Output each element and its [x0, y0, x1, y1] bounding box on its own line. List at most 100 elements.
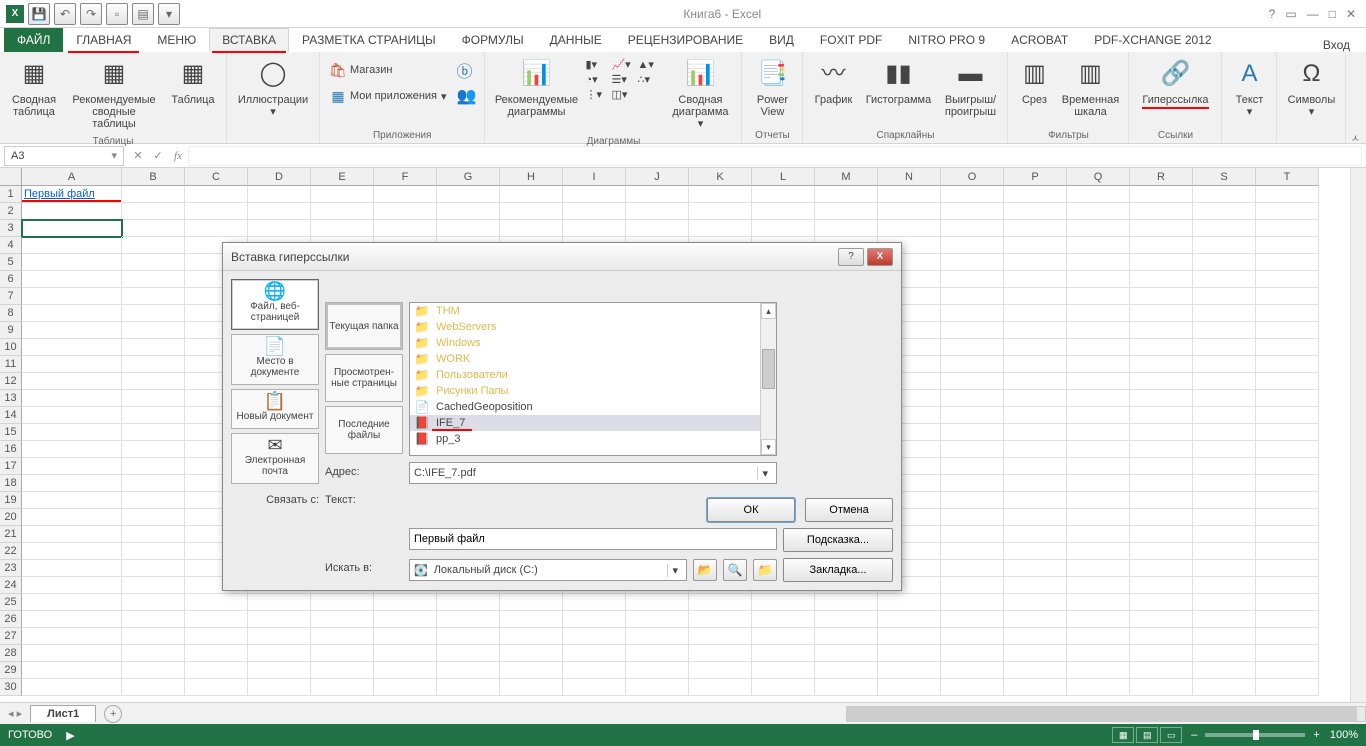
- horizontal-scrollbar[interactable]: [846, 706, 1366, 722]
- cell[interactable]: [1067, 441, 1130, 458]
- cell[interactable]: [185, 220, 248, 237]
- cell[interactable]: [1130, 186, 1193, 203]
- dialog-close-icon[interactable]: X: [867, 248, 893, 266]
- cell[interactable]: [878, 662, 941, 679]
- cell[interactable]: [248, 628, 311, 645]
- cell[interactable]: [1130, 339, 1193, 356]
- cell[interactable]: [185, 203, 248, 220]
- cell[interactable]: [122, 288, 185, 305]
- link-to-file-web[interactable]: 🌐Файл, веб- страницей: [231, 279, 319, 330]
- row-header[interactable]: 24: [0, 577, 22, 594]
- tab-data[interactable]: ДАННЫЕ: [537, 28, 615, 52]
- cell[interactable]: [1004, 305, 1067, 322]
- cell[interactable]: [1130, 390, 1193, 407]
- cell[interactable]: [815, 662, 878, 679]
- tab-nitro[interactable]: NITRO PRO 9: [895, 28, 998, 52]
- scatter-chart-icon[interactable]: ∴▾: [637, 73, 661, 86]
- sparkline-winloss-button[interactable]: ▬Выигрыш/ проигрыш: [939, 54, 1001, 122]
- cell[interactable]: [374, 220, 437, 237]
- qat-new-icon[interactable]: ▫: [106, 3, 128, 25]
- cell[interactable]: [1004, 424, 1067, 441]
- tab-formulas[interactable]: ФОРМУЛЫ: [449, 28, 537, 52]
- cell[interactable]: [248, 186, 311, 203]
- cell[interactable]: [752, 611, 815, 628]
- help-icon[interactable]: ?: [1269, 7, 1276, 21]
- cell[interactable]: [22, 424, 122, 441]
- cell[interactable]: [1130, 220, 1193, 237]
- cell[interactable]: [1004, 254, 1067, 271]
- maximize-icon[interactable]: □: [1329, 7, 1336, 21]
- formula-input[interactable]: [188, 146, 1362, 166]
- cell[interactable]: [22, 220, 122, 237]
- cell[interactable]: [1256, 662, 1319, 679]
- cell[interactable]: [941, 560, 1004, 577]
- cell[interactable]: [941, 305, 1004, 322]
- cell[interactable]: [1004, 203, 1067, 220]
- cell[interactable]: Первый файл: [22, 186, 122, 203]
- cell[interactable]: [311, 679, 374, 696]
- column-header[interactable]: J: [626, 168, 689, 186]
- illustrations-button[interactable]: ◯Иллюстрации▾: [233, 54, 313, 122]
- cell[interactable]: [941, 220, 1004, 237]
- cell[interactable]: [626, 594, 689, 611]
- column-header[interactable]: C: [185, 168, 248, 186]
- sign-in-link[interactable]: Вход: [1323, 38, 1362, 52]
- cell[interactable]: [1004, 458, 1067, 475]
- cell[interactable]: [563, 679, 626, 696]
- column-header[interactable]: Q: [1067, 168, 1130, 186]
- cell[interactable]: [626, 203, 689, 220]
- cell[interactable]: [1193, 254, 1256, 271]
- cell[interactable]: [1067, 237, 1130, 254]
- recommended-pivot-button[interactable]: ▦Рекомендуемые сводные таблицы: [66, 54, 162, 134]
- cell[interactable]: [563, 662, 626, 679]
- cell[interactable]: [500, 645, 563, 662]
- cell[interactable]: [1130, 458, 1193, 475]
- row-header[interactable]: 25: [0, 594, 22, 611]
- cell[interactable]: [1004, 441, 1067, 458]
- file-list-item[interactable]: 📁WebServers: [410, 319, 776, 335]
- row-header[interactable]: 8: [0, 305, 22, 322]
- cell[interactable]: [815, 220, 878, 237]
- cell[interactable]: [941, 254, 1004, 271]
- cell[interactable]: [1130, 237, 1193, 254]
- cell[interactable]: [1067, 288, 1130, 305]
- ribbon-display-icon[interactable]: ▭: [1285, 7, 1296, 21]
- cell[interactable]: [1067, 628, 1130, 645]
- cell[interactable]: [500, 186, 563, 203]
- file-list-item[interactable]: 📁Пользователи: [410, 367, 776, 383]
- tab-file[interactable]: ФАЙЛ: [4, 28, 63, 52]
- cell[interactable]: [22, 628, 122, 645]
- cell[interactable]: [1130, 509, 1193, 526]
- cell[interactable]: [752, 645, 815, 662]
- cell[interactable]: [311, 186, 374, 203]
- tab-view[interactable]: ВИД: [756, 28, 807, 52]
- cell[interactable]: [311, 203, 374, 220]
- cell[interactable]: [122, 356, 185, 373]
- cell[interactable]: [22, 560, 122, 577]
- column-header[interactable]: N: [878, 168, 941, 186]
- dialog-titlebar[interactable]: Вставка гиперссылки ? X: [223, 243, 901, 271]
- hyperlink-button[interactable]: 🔗Гиперссылка: [1135, 54, 1215, 113]
- cell[interactable]: [941, 492, 1004, 509]
- cell[interactable]: [563, 203, 626, 220]
- cell[interactable]: [1256, 594, 1319, 611]
- cell[interactable]: [122, 679, 185, 696]
- cell[interactable]: [122, 305, 185, 322]
- cell[interactable]: [1256, 373, 1319, 390]
- cell[interactable]: [1130, 577, 1193, 594]
- cell[interactable]: [374, 628, 437, 645]
- cell[interactable]: [1130, 679, 1193, 696]
- cell[interactable]: [374, 594, 437, 611]
- cell[interactable]: [311, 594, 374, 611]
- cell[interactable]: [1130, 407, 1193, 424]
- cell[interactable]: [1130, 356, 1193, 373]
- cell[interactable]: [185, 645, 248, 662]
- cell[interactable]: [1004, 543, 1067, 560]
- qat-open-icon[interactable]: ▤: [132, 3, 154, 25]
- cell[interactable]: [1193, 628, 1256, 645]
- cell[interactable]: [437, 186, 500, 203]
- sparkline-column-button[interactable]: ▮▮Гистограмма: [861, 54, 935, 110]
- cell[interactable]: [500, 679, 563, 696]
- cell[interactable]: [1004, 407, 1067, 424]
- cell[interactable]: [1004, 628, 1067, 645]
